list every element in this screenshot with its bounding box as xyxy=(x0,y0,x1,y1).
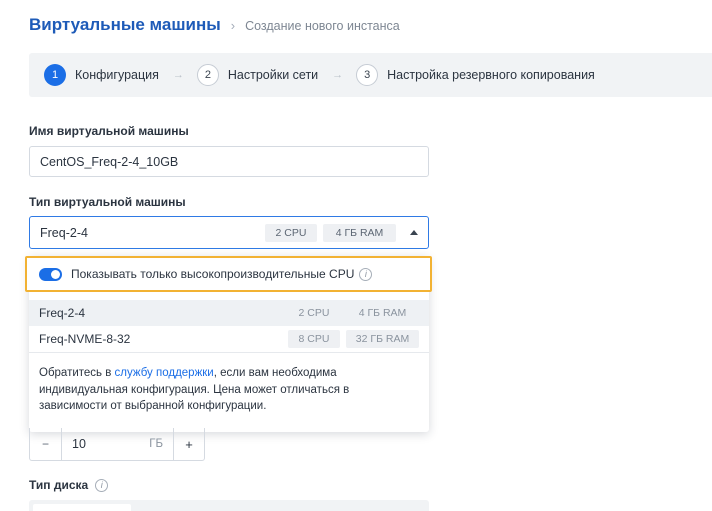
info-icon[interactable]: i xyxy=(359,267,373,281)
option-name: Freq-2-4 xyxy=(39,306,86,320)
disk-type-selector xyxy=(29,500,429,511)
increment-button[interactable]: + xyxy=(173,428,204,460)
wizard-stepper: 1 Конфигурация → 2 Настройки сети → 3 На… xyxy=(29,53,712,97)
toggle-knob xyxy=(51,269,60,279)
disk-type-label: Тип диска xyxy=(29,478,89,492)
info-icon[interactable]: i xyxy=(95,478,109,492)
option-freq-2-4[interactable]: Freq-2-4 2 CPU 4 ГБ RAM xyxy=(29,300,429,326)
disk-type-option-active[interactable] xyxy=(33,504,131,511)
step-configuration[interactable]: 1 Конфигурация xyxy=(44,64,159,86)
vm-name-value: CentOS_Freq-2-4_10GB xyxy=(40,154,179,169)
step-network-settings[interactable]: 2 Настройки сети xyxy=(196,64,319,86)
step-number-badge: 1 xyxy=(44,64,66,86)
step-number-badge: 3 xyxy=(356,64,379,86)
option-name: Freq-NVME-8-32 xyxy=(39,332,131,346)
vm-type-label: Тип виртуальной машины xyxy=(29,195,186,209)
vm-type-select[interactable]: Freq-2-4 2 CPU 4 ГБ RAM xyxy=(29,216,429,249)
option-ram: 32 ГБ RAM xyxy=(346,330,419,348)
step-label: Конфигурация xyxy=(75,68,159,82)
vm-type-dropdown: Показывать только высокопроизводительные… xyxy=(25,256,432,432)
high-performance-filter: Показывать только высокопроизводительные… xyxy=(25,256,432,292)
arrow-right-icon: → xyxy=(172,69,184,81)
option-ram: 4 ГБ RAM xyxy=(358,307,407,319)
vm-name-input[interactable]: CentOS_Freq-2-4_10GB xyxy=(29,146,429,177)
decrement-button[interactable]: − xyxy=(30,428,62,460)
step-number-badge: 2 xyxy=(196,64,219,86)
step-backup-settings[interactable]: 3 Настройка резервного копирования xyxy=(356,64,595,86)
ram-badge: 4 ГБ RAM xyxy=(323,223,396,242)
breadcrumb-chevron-icon: › xyxy=(230,18,236,33)
step-label: Настройка резервного копирования xyxy=(387,68,595,82)
disk-type-header: Тип диска i xyxy=(29,478,109,492)
high-performance-toggle-label[interactable]: Показывать только высокопроизводительные… xyxy=(71,267,354,281)
disk-size-stepper: − 10 ГБ + xyxy=(29,428,205,461)
caret-up-icon xyxy=(410,230,418,235)
page-header: Виртуальные машины › Создание нового инс… xyxy=(29,15,400,39)
option-cpu: 8 CPU xyxy=(288,330,340,348)
dropdown-divider xyxy=(29,352,429,353)
vm-type-value: Freq-2-4 xyxy=(40,225,88,240)
vm-name-label: Имя виртуальной машины xyxy=(29,124,189,138)
step-label: Настройки сети xyxy=(227,68,319,82)
high-performance-toggle[interactable] xyxy=(39,267,62,281)
disk-size-input[interactable]: 10 xyxy=(62,428,149,460)
option-cpu: 2 CPU xyxy=(298,307,330,319)
custom-config-note: Обратитесь в службу поддержки, если вам … xyxy=(39,365,409,415)
disk-size-unit: ГБ xyxy=(149,438,163,450)
arrow-right-icon: → xyxy=(332,69,344,81)
breadcrumb-current: Создание нового инстанса xyxy=(245,19,400,33)
support-link[interactable]: службу поддержки xyxy=(115,367,214,379)
page-title[interactable]: Виртуальные машины xyxy=(29,15,221,35)
option-freq-nvme-8-32[interactable]: Freq-NVME-8-32 8 CPU 32 ГБ RAM xyxy=(29,326,429,352)
cpu-badge: 2 CPU xyxy=(265,223,317,242)
note-text-start: Обратитесь в xyxy=(39,367,115,379)
